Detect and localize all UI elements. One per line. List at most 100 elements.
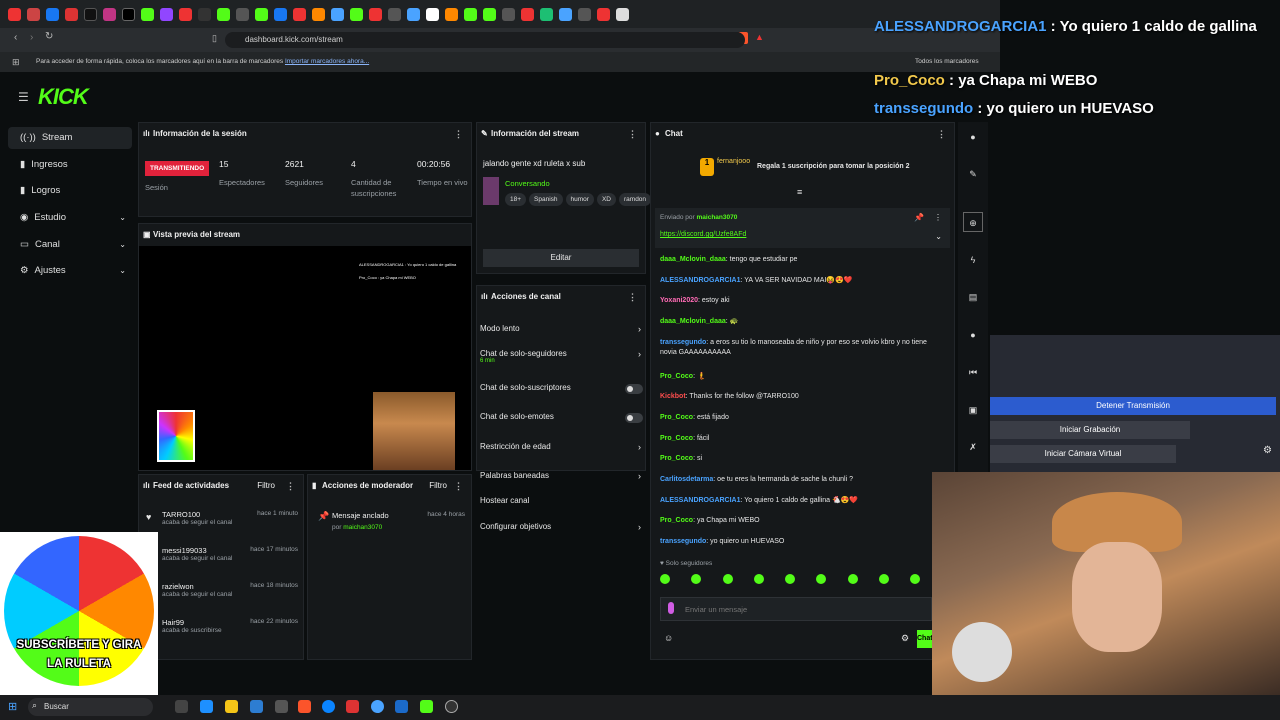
start-virtual-camera-button[interactable]: Iniciar Cámara Virtual <box>990 445 1176 463</box>
tab-favicon[interactable] <box>502 7 515 21</box>
obs-icon[interactable] <box>445 700 458 713</box>
file-explorer-icon[interactable] <box>225 700 238 713</box>
chat-username[interactable]: ALESSANDROGARCIA1 <box>660 277 741 284</box>
layout-icon[interactable]: ▣ <box>963 400 983 420</box>
emotes-only-item[interactable]: Chat de solo-emotes <box>480 412 645 428</box>
task-view-icon[interactable] <box>175 700 188 713</box>
chat-username[interactable]: Pro_Coco <box>660 455 693 462</box>
slow-mode-item[interactable]: Modo lento › <box>480 324 645 340</box>
host-channel-item[interactable]: Hostear canal <box>480 496 645 512</box>
tab-favicon[interactable] <box>426 7 439 21</box>
gift-leader-user[interactable]: fernanjooo <box>717 158 750 165</box>
tab-favicon[interactable] <box>122 7 135 21</box>
chat-username[interactable]: Pro_Coco <box>660 373 693 380</box>
tab-favicon[interactable] <box>578 7 591 21</box>
import-bookmarks-link[interactable]: Importar marcadores ahora... <box>285 58 369 65</box>
tab-favicon[interactable] <box>597 7 610 21</box>
more-options-icon[interactable]: ⋮ <box>286 475 295 497</box>
more-options-icon[interactable]: ⋮ <box>934 213 942 222</box>
info-icon[interactable]: ● <box>963 127 983 147</box>
tab-favicon[interactable] <box>236 7 249 21</box>
target-icon[interactable]: ⊕ <box>963 212 983 232</box>
tab-favicon[interactable] <box>179 7 192 21</box>
sidebar-item-canal[interactable]: ▭ Canal ⌄ <box>8 234 132 256</box>
tab-favicon[interactable] <box>388 7 401 21</box>
url-field[interactable]: dashboard.kick.com/stream <box>225 32 745 48</box>
emote[interactable] <box>847 574 858 584</box>
emote[interactable] <box>785 574 795 584</box>
forward-icon[interactable]: › <box>30 32 33 43</box>
all-bookmarks[interactable]: Todos los marcadores <box>915 52 979 72</box>
stop-stream-button[interactable]: Detener Transmisión <box>990 397 1276 415</box>
emote[interactable] <box>910 574 920 584</box>
tab-favicon[interactable] <box>407 7 420 21</box>
filter-button[interactable]: Filtro <box>429 475 447 497</box>
edit-button[interactable]: Editar <box>483 249 639 267</box>
chat-username[interactable]: Yoxani2020 <box>660 297 698 304</box>
more-options-icon[interactable]: ⋮ <box>454 475 463 497</box>
chevron-down-icon[interactable]: ⌄ <box>935 232 942 241</box>
send-chat-button[interactable]: Chat <box>917 630 932 648</box>
chat-username[interactable]: daaa_Mclovin_daaa <box>660 256 726 263</box>
age-restriction-item[interactable]: Restricción de edad › <box>480 442 645 458</box>
brave-rewards-icon[interactable]: ▲ <box>755 32 764 42</box>
tab-favicon[interactable] <box>559 7 572 21</box>
taskbar-search[interactable]: Buscar <box>28 698 153 716</box>
tab-favicon[interactable] <box>103 7 116 21</box>
brave-icon[interactable] <box>298 700 311 713</box>
tab-favicon[interactable] <box>141 7 154 21</box>
emote[interactable] <box>722 574 733 584</box>
app-icon[interactable] <box>275 700 288 713</box>
emote[interactable] <box>816 574 827 584</box>
mail-icon[interactable] <box>346 700 359 713</box>
wrench-icon[interactable]: ✗ <box>963 437 983 457</box>
tab-favicon[interactable] <box>274 7 287 21</box>
chat-username[interactable]: Carlitosdetarma <box>660 476 713 483</box>
banned-words-item[interactable]: Palabras baneadas › <box>480 471 645 487</box>
copilot-icon[interactable] <box>200 700 213 713</box>
store-icon[interactable] <box>250 700 263 713</box>
document-icon[interactable]: ▤ <box>963 287 983 307</box>
emote[interactable] <box>660 574 670 584</box>
chat-username[interactable]: daaa_Mclovin_daaa <box>660 318 726 325</box>
chat-input[interactable] <box>660 597 932 621</box>
category-name[interactable]: Conversando <box>505 179 550 188</box>
tab-favicon[interactable] <box>464 7 477 21</box>
tab-favicon[interactable] <box>369 7 382 21</box>
sidebar-item-ingresos[interactable]: ▮ Ingresos <box>8 154 132 176</box>
edge-icon[interactable] <box>322 700 335 713</box>
filter-icon[interactable]: ≡ <box>797 187 802 197</box>
sidebar-item-stream[interactable]: ((·)) Stream <box>8 127 132 149</box>
sidebar-item-ajustes[interactable]: ⚙ Ajustes ⌄ <box>8 260 132 282</box>
tab-favicon[interactable] <box>616 7 629 21</box>
chat-username[interactable]: Kickbot <box>660 393 686 400</box>
back-icon[interactable]: ‹ <box>14 32 17 43</box>
menu-icon[interactable]: ☰ <box>18 90 29 104</box>
chat-username[interactable]: Pro_Coco <box>660 435 693 442</box>
app-icon[interactable] <box>395 700 408 713</box>
reload-icon[interactable]: ↻ <box>45 31 53 42</box>
emote[interactable] <box>691 574 702 584</box>
subscribers-only-toggle[interactable] <box>625 384 643 394</box>
emote-picker-icon[interactable]: ☺ <box>664 633 673 643</box>
windows-start-icon[interactable]: ⊞ <box>8 700 17 713</box>
followers-only-item[interactable]: Chat de solo-seguidores 6 min › <box>480 349 645 371</box>
tab-favicon[interactable] <box>445 7 458 21</box>
tab-favicon[interactable] <box>84 7 97 21</box>
sidebar-item-logros[interactable]: ▮ Logros <box>8 180 132 202</box>
tab-favicon[interactable] <box>331 7 344 21</box>
more-options-icon[interactable]: ⋮ <box>628 123 637 145</box>
media-icon[interactable]: ⏮ <box>963 362 983 382</box>
chat-bubble-icon[interactable]: ● <box>963 325 983 345</box>
tab-favicon[interactable] <box>293 7 306 21</box>
chat-username[interactable]: transsegundo <box>660 538 706 545</box>
tab-favicon[interactable] <box>65 7 78 21</box>
emote[interactable] <box>878 574 889 584</box>
tab-favicon[interactable] <box>255 7 268 21</box>
emote[interactable] <box>753 574 764 584</box>
kick-icon[interactable] <box>420 700 433 713</box>
tab-favicon[interactable] <box>160 7 173 21</box>
apps-icon[interactable]: ⊞ <box>12 52 20 72</box>
tab-favicon[interactable] <box>483 7 496 21</box>
lightning-icon[interactable]: ϟ <box>963 250 983 270</box>
